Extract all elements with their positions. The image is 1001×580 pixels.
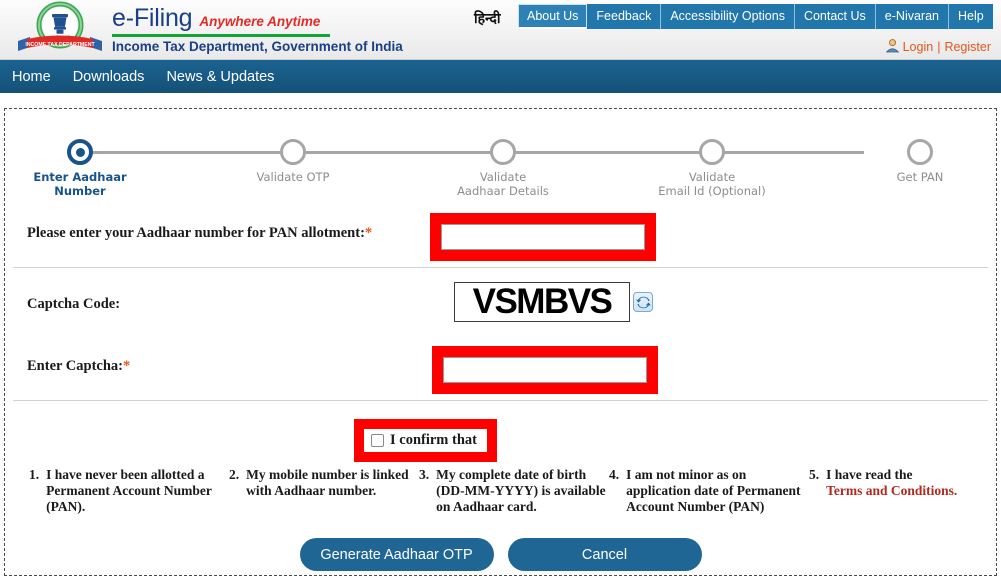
- form-action-buttons: Generate Aadhaar OTP Cancel: [0, 538, 1001, 571]
- step-circle-inactive: [699, 139, 725, 165]
- captcha-code-label: Captcha Code:: [27, 296, 121, 312]
- required-asterisk: *: [123, 358, 131, 374]
- step-label-line2: Number: [54, 183, 106, 198]
- condition-item: 3. My complete date of birth (DD-MM-YYYY…: [419, 467, 609, 515]
- condition-text: I have never been allotted a Permanent A…: [46, 467, 212, 514]
- step-label-line1: Validate: [479, 170, 527, 184]
- nav-item-home[interactable]: Home: [12, 69, 51, 85]
- user-account-bar: Login | Register: [885, 38, 991, 56]
- condition-text: My complete date of birth (DD-MM-YYYY) i…: [436, 467, 606, 514]
- top-utility-nav: About Us Feedback Accessibility Options …: [518, 4, 993, 29]
- captcha-image: VSMBVS: [454, 282, 630, 322]
- step-circle-active: [67, 139, 93, 165]
- condition-number: 4.: [609, 467, 620, 482]
- topnav-item-contact-us[interactable]: Contact Us: [794, 4, 876, 29]
- aadhaar-input-highlight: [430, 213, 656, 261]
- captcha-code-text: VSMBVS: [472, 282, 613, 321]
- user-avatar-icon: [885, 38, 900, 56]
- condition-item: 4. I am not minor as on application date…: [609, 467, 809, 515]
- condition-item: 2. My mobile number is linked with Aadha…: [229, 467, 419, 515]
- login-link[interactable]: Login: [903, 40, 934, 54]
- confirm-checkbox-label: I confirm that: [390, 432, 477, 448]
- aadhaar-number-label: Please enter your Aadhaar number for PAN…: [27, 225, 372, 242]
- terms-and-conditions-link[interactable]: Terms and Conditions.: [826, 483, 957, 498]
- condition-text: I have read the Terms and Conditions.: [826, 467, 957, 515]
- content-panel: Enter Aadhaar Number Validate OTP Valida…: [4, 108, 997, 576]
- enter-captcha-row: Enter Captcha:*: [5, 342, 996, 400]
- site-header: सत्यमेव जयते INCOME TAX DEPARTMENT e-Fil…: [0, 0, 1001, 60]
- generate-aadhaar-otp-button[interactable]: Generate Aadhaar OTP: [299, 538, 494, 571]
- topnav-item-about-us[interactable]: About Us: [518, 4, 588, 29]
- login-register-separator: |: [937, 40, 941, 54]
- section-divider: [13, 400, 988, 401]
- required-asterisk: *: [364, 225, 373, 241]
- step-label-line2: Email Id (Optional): [658, 183, 766, 198]
- step-label-get-pan: Get PAN: [896, 170, 944, 184]
- step-label-validate-aadhaar: Validate Aadhaar Details: [457, 170, 549, 198]
- topnav-item-feedback[interactable]: Feedback: [587, 4, 662, 29]
- step-label-line2: Aadhaar Details: [457, 183, 549, 198]
- aadhaar-number-input[interactable]: [441, 224, 645, 250]
- progress-stepper: Enter Aadhaar Number Validate OTP Valida…: [5, 127, 996, 209]
- nav-item-news-updates[interactable]: News & Updates: [166, 69, 274, 85]
- income-tax-emblem-icon: सत्यमेव जयते INCOME TAX DEPARTMENT: [14, 1, 106, 57]
- topnav-item-help[interactable]: Help: [948, 4, 993, 29]
- step-validate-email-id[interactable]: Validate Email Id (Optional): [637, 139, 787, 198]
- condition-text-prefix: I have read the: [826, 467, 913, 482]
- step-label-enter-aadhaar: Enter Aadhaar Number: [33, 170, 127, 198]
- confirm-checkbox-highlight: I confirm that: [354, 419, 497, 462]
- enter-captcha-label: Enter Captcha:*: [27, 358, 130, 375]
- captcha-input[interactable]: [443, 357, 647, 383]
- register-link[interactable]: Register: [944, 40, 991, 54]
- step-circle-inactive: [490, 139, 516, 165]
- condition-text: I am not minor as on application date of…: [626, 467, 801, 514]
- aadhaar-number-row: Please enter your Aadhaar number for PAN…: [5, 209, 996, 267]
- confirmation-conditions-list: 1. I have never been allotted a Permanen…: [29, 467, 981, 515]
- brand-department: Income Tax Department, Government of Ind…: [112, 39, 403, 54]
- condition-text: My mobile number is linked with Aadhaar …: [246, 467, 409, 498]
- captcha-input-highlight: [432, 346, 658, 394]
- step-get-pan[interactable]: Get PAN: [845, 139, 995, 185]
- stepper-connector-line: [80, 151, 864, 154]
- step-validate-aadhaar-details[interactable]: Validate Aadhaar Details: [428, 139, 578, 198]
- enter-captcha-label-text: Enter Captcha:: [27, 358, 123, 374]
- confirm-checkbox[interactable]: [371, 434, 384, 447]
- captcha-code-row: Captcha Code: VSMBVS: [5, 268, 996, 342]
- step-circle-inactive: [907, 139, 933, 165]
- condition-number: 1.: [29, 467, 40, 482]
- page-root: सत्यमेव जयते INCOME TAX DEPARTMENT e-Fil…: [0, 0, 1001, 580]
- brand-title: e-Filing: [112, 4, 193, 32]
- condition-item: 1. I have never been allotted a Permanen…: [29, 467, 229, 515]
- step-label-validate-email: Validate Email Id (Optional): [658, 170, 766, 198]
- condition-item-terms: 5. I have read the Terms and Conditions.: [809, 467, 974, 515]
- brand-tagline: Anywhere Anytime: [199, 14, 321, 29]
- step-active-dot: [75, 147, 85, 157]
- brand-divider-rule: [112, 34, 330, 37]
- topnav-item-e-nivaran[interactable]: e-Nivaran: [875, 4, 949, 29]
- hindi-language-link[interactable]: हिन्दी: [474, 9, 500, 28]
- condition-number: 3.: [419, 467, 430, 482]
- main-navigation: Home Downloads News & Updates: [0, 60, 1001, 93]
- svg-text:INCOME TAX DEPARTMENT: INCOME TAX DEPARTMENT: [25, 42, 95, 48]
- step-label-line1: Validate: [688, 170, 736, 184]
- cancel-button[interactable]: Cancel: [507, 538, 702, 571]
- condition-number: 5.: [809, 467, 820, 482]
- refresh-captcha-icon[interactable]: [633, 292, 653, 312]
- step-label-line1: Enter Aadhaar: [33, 170, 127, 184]
- aadhaar-label-text: Please enter your Aadhaar number for PAN…: [27, 225, 365, 241]
- step-validate-otp[interactable]: Validate OTP: [218, 139, 368, 185]
- topnav-item-accessibility-options[interactable]: Accessibility Options: [661, 4, 795, 29]
- brand-block: e-Filing Anywhere Anytime Income Tax Dep…: [112, 4, 442, 54]
- step-enter-aadhaar-number[interactable]: Enter Aadhaar Number: [5, 139, 155, 198]
- condition-number: 2.: [229, 467, 240, 482]
- step-label-validate-otp: Validate OTP: [256, 170, 330, 184]
- step-circle-inactive: [280, 139, 306, 165]
- nav-item-downloads[interactable]: Downloads: [73, 69, 145, 85]
